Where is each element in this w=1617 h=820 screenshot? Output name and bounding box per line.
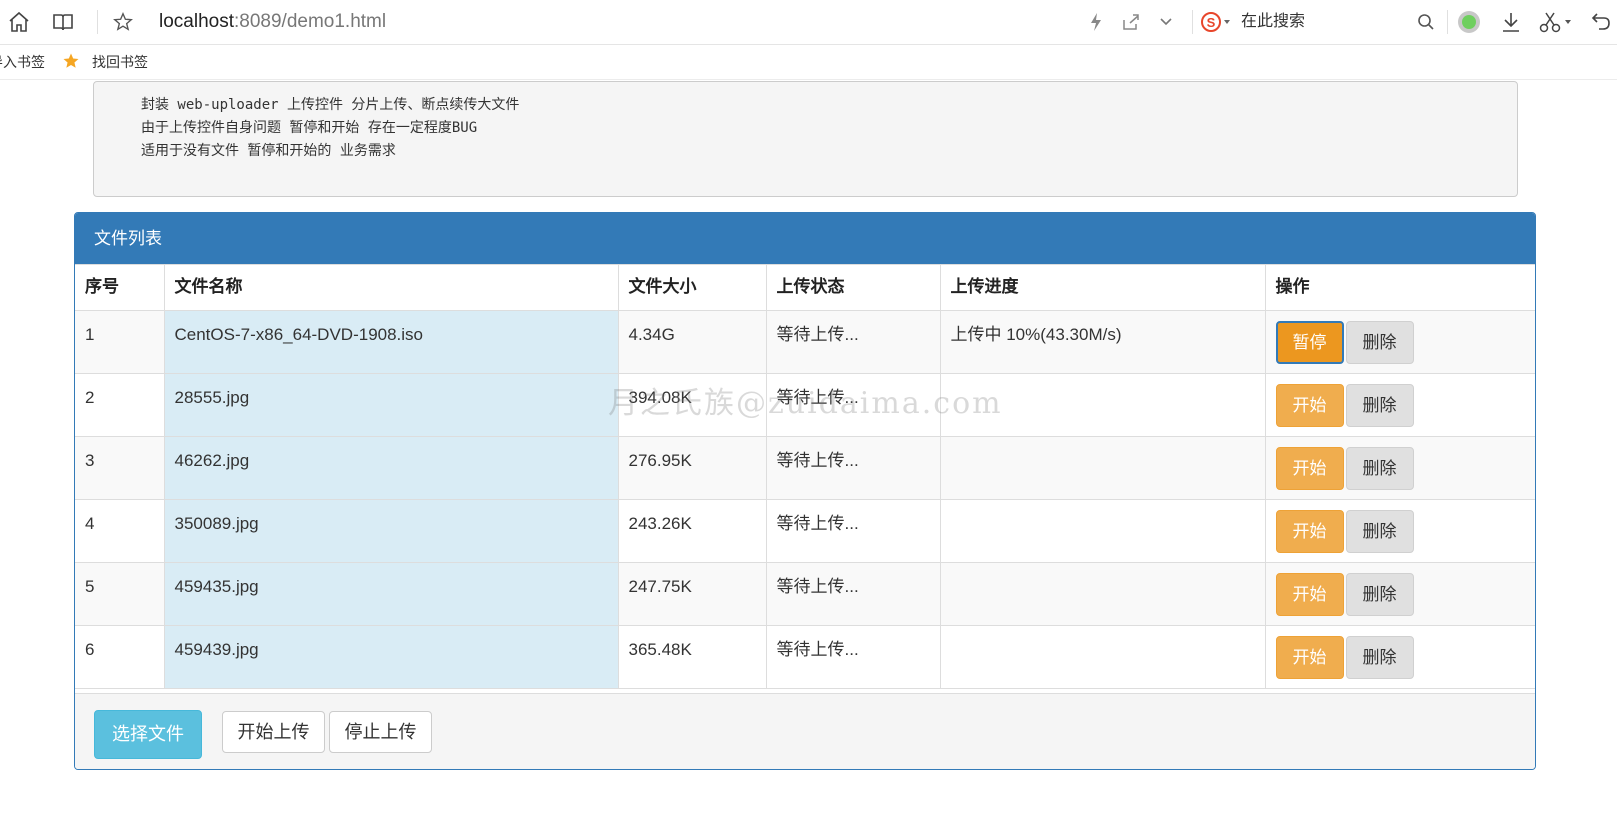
url-host: localhost — [159, 11, 234, 32]
column-header-progress: 上传进度 — [939, 264, 1266, 311]
file-list-panel: 文件列表 序号 文件名称 文件大小 上传状态 上传进度 操作 1 CentOS-… — [74, 212, 1536, 770]
stop-upload-button[interactable]: 停止上传 — [329, 711, 432, 753]
share-icon[interactable] — [1118, 9, 1144, 35]
upload-status: 等待上传... — [765, 625, 941, 689]
start-button[interactable]: 开始 — [1275, 636, 1344, 679]
notes-box: 封装 web-uploader 上传控件 分片上传、断点续传大文件 由于上传控件… — [93, 81, 1518, 197]
start-button[interactable]: 开始 — [1275, 447, 1344, 490]
delete-button[interactable]: 删除 — [1345, 510, 1414, 553]
file-size: 276.95K — [617, 436, 767, 500]
table-row: 2 28555.jpg 394.08K 等待上传... 开始 删除 — [75, 373, 1535, 437]
panel-title: 文件列表 — [75, 213, 1535, 264]
note-line: 封装 web-uploader 上传控件 分片上传、断点续传大文件 — [141, 97, 520, 113]
bookmarks-bar: 导入书签 找回书签 — [0, 45, 1617, 80]
upload-progress — [939, 436, 1266, 500]
search-input[interactable]: 在此搜索 — [1241, 11, 1305, 33]
upload-status: 等待上传... — [765, 310, 941, 374]
upload-progress — [939, 562, 1266, 626]
row-actions: 开始 删除 — [1264, 499, 1535, 563]
home-icon[interactable] — [6, 9, 32, 35]
bookmark-import[interactable]: 导入书签 — [0, 53, 45, 71]
file-name: CentOS-7-x86_64-DVD-1908.iso — [163, 310, 619, 374]
note-line: 适用于没有文件 暂停和开始的 业务需求 — [141, 143, 396, 159]
file-size: 394.08K — [617, 373, 767, 437]
chevron-down-icon[interactable] — [1153, 9, 1179, 35]
file-name: 46262.jpg — [163, 436, 619, 500]
start-button[interactable]: 开始 — [1275, 510, 1344, 553]
table-row: 4 350089.jpg 243.26K 等待上传... 开始 删除 — [75, 499, 1535, 563]
file-size: 365.48K — [617, 625, 767, 689]
browser-toolbar: localhost:8089/demo1.html S 在此搜索 — [0, 0, 1617, 45]
column-header-status: 上传状态 — [765, 264, 941, 311]
start-upload-button[interactable]: 开始上传 — [222, 711, 325, 753]
start-button[interactable]: 开始 — [1275, 573, 1344, 616]
upload-progress — [939, 373, 1266, 437]
search-icon[interactable] — [1413, 9, 1439, 35]
choose-file-button[interactable]: 选择文件 — [94, 710, 202, 759]
table-row: 3 46262.jpg 276.95K 等待上传... 开始 删除 — [75, 436, 1535, 500]
lightning-icon[interactable] — [1083, 9, 1109, 35]
upload-status: 等待上传... — [765, 562, 941, 626]
column-header-size: 文件大小 — [617, 264, 767, 311]
delete-button[interactable]: 删除 — [1345, 447, 1414, 490]
panel-footer: 选择文件 开始上传 停止上传 — [75, 693, 1535, 769]
row-index: 2 — [75, 373, 165, 437]
column-header-index: 序号 — [75, 264, 165, 311]
start-button[interactable]: 开始 — [1275, 384, 1344, 427]
star-icon — [62, 52, 80, 74]
table-row: 5 459435.jpg 247.75K 等待上传... 开始 删除 — [75, 562, 1535, 626]
delete-button[interactable]: 删除 — [1345, 321, 1414, 364]
row-actions: 开始 删除 — [1264, 625, 1535, 689]
row-index: 1 — [75, 310, 165, 374]
row-actions: 开始 删除 — [1264, 373, 1535, 437]
row-index: 4 — [75, 499, 165, 563]
column-header-actions: 操作 — [1264, 264, 1535, 311]
note-line: 由于上传控件自身问题 暂停和开始 存在一定程度BUG — [141, 120, 478, 136]
extension-icon[interactable] — [1456, 9, 1482, 35]
undo-icon[interactable] — [1588, 9, 1614, 35]
scissors-icon[interactable] — [1538, 9, 1574, 35]
table-row: 6 459439.jpg 365.48K 等待上传... 开始 删除 — [75, 625, 1535, 689]
file-table: 序号 文件名称 文件大小 上传状态 上传进度 操作 1 CentOS-7-x86… — [75, 264, 1535, 689]
file-size: 4.34G — [617, 310, 767, 374]
row-actions: 暂停 删除 — [1264, 310, 1535, 374]
file-size: 243.26K — [617, 499, 767, 563]
svg-text:S: S — [1207, 15, 1216, 30]
row-actions: 开始 删除 — [1264, 436, 1535, 500]
upload-status: 等待上传... — [765, 499, 941, 563]
address-bar[interactable]: localhost:8089/demo1.html — [159, 10, 386, 34]
pause-button[interactable]: 暂停 — [1275, 321, 1344, 364]
table-header-row: 序号 文件名称 文件大小 上传状态 上传进度 操作 — [75, 264, 1535, 311]
row-actions: 开始 删除 — [1264, 562, 1535, 626]
row-index: 6 — [75, 625, 165, 689]
upload-progress — [939, 499, 1266, 563]
reader-icon[interactable] — [50, 9, 76, 35]
bookmark-recover[interactable]: 找回书签 — [92, 53, 148, 71]
star-icon[interactable] — [110, 9, 136, 35]
file-name: 350089.jpg — [163, 499, 619, 563]
file-name: 459435.jpg — [163, 562, 619, 626]
upload-status: 等待上传... — [765, 373, 941, 437]
upload-status: 等待上传... — [765, 436, 941, 500]
file-name: 28555.jpg — [163, 373, 619, 437]
delete-button[interactable]: 删除 — [1345, 573, 1414, 616]
upload-progress: 上传中 10%(43.30M/s) — [939, 310, 1266, 374]
file-size: 247.75K — [617, 562, 767, 626]
delete-button[interactable]: 删除 — [1345, 384, 1414, 427]
upload-progress — [939, 625, 1266, 689]
sogou-icon[interactable]: S — [1199, 9, 1235, 35]
row-index: 3 — [75, 436, 165, 500]
table-row: 1 CentOS-7-x86_64-DVD-1908.iso 4.34G 等待上… — [75, 310, 1535, 374]
url-path: :8089/demo1.html — [234, 11, 387, 32]
download-icon[interactable] — [1498, 9, 1524, 35]
delete-button[interactable]: 删除 — [1345, 636, 1414, 679]
row-index: 5 — [75, 562, 165, 626]
column-header-name: 文件名称 — [163, 264, 619, 311]
file-name: 459439.jpg — [163, 625, 619, 689]
